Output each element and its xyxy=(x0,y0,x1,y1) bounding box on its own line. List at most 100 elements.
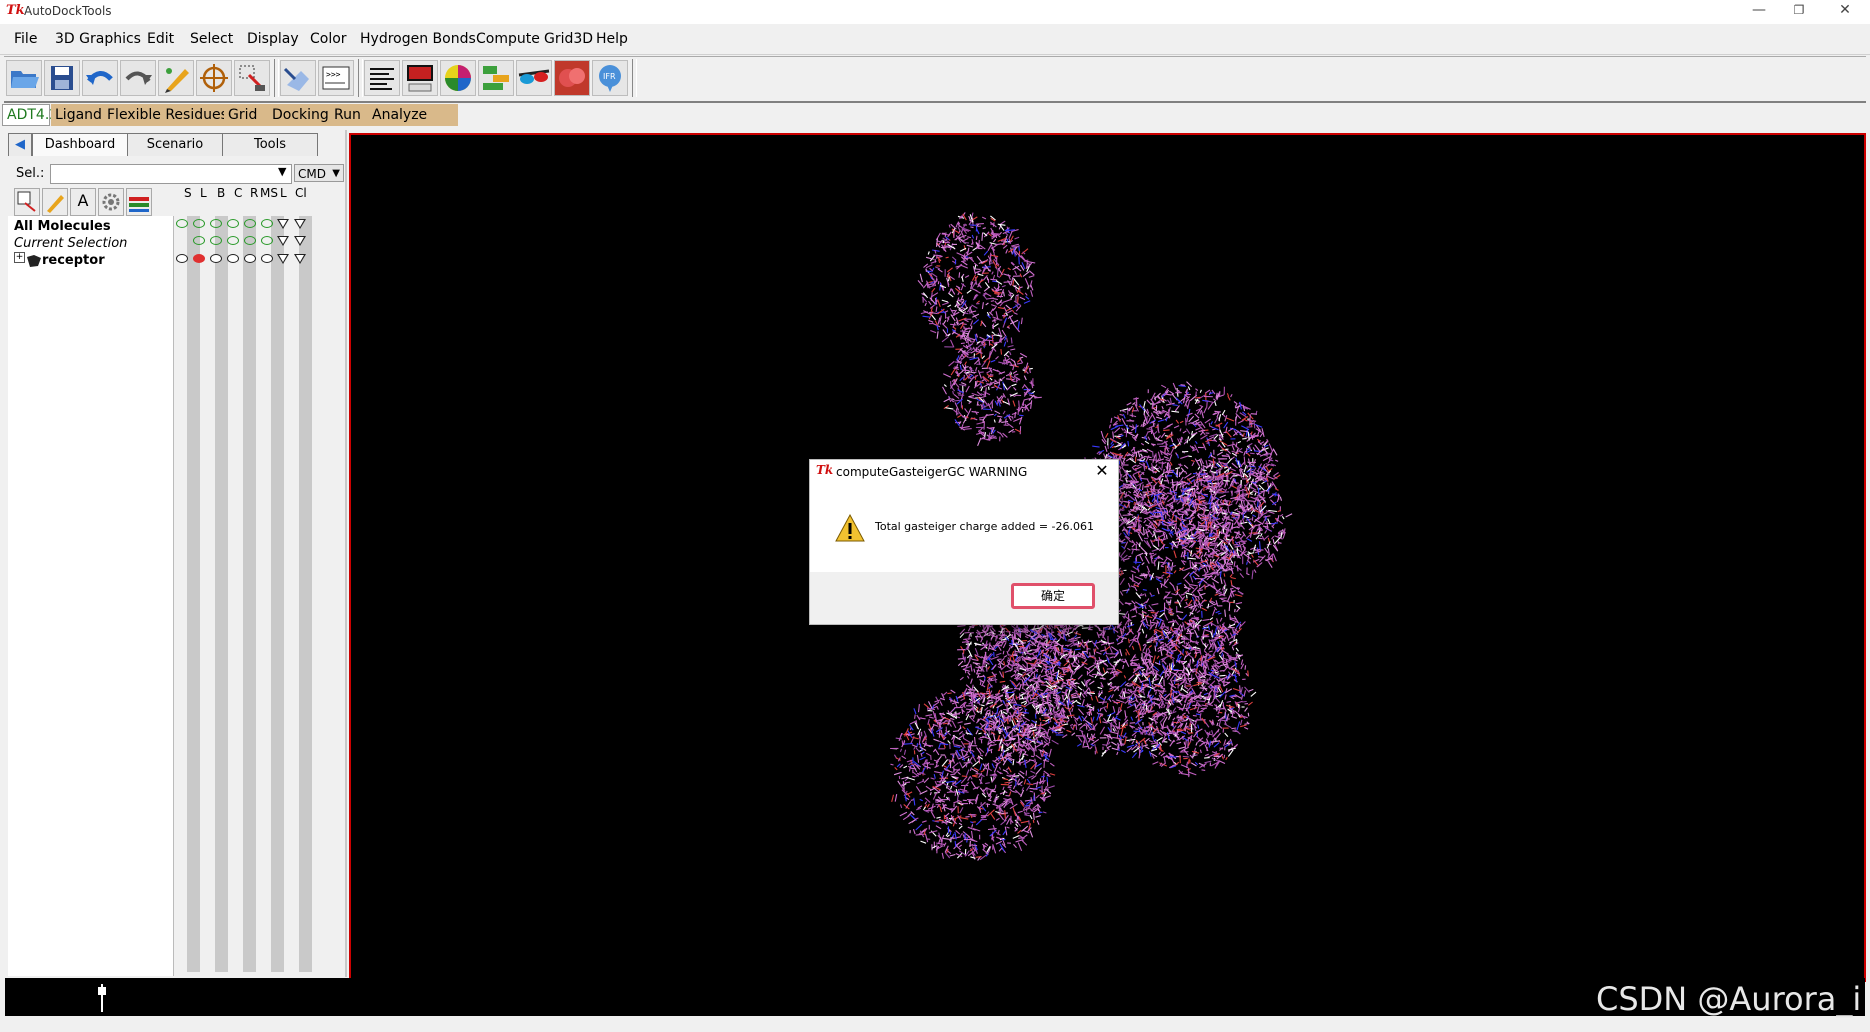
undo-icon[interactable] xyxy=(82,60,118,96)
tk-logo-icon: Tk xyxy=(6,3,25,18)
col-header-ball-stick[interactable]: B xyxy=(217,186,225,200)
col-header-show[interactable]: S xyxy=(184,186,192,200)
adt-menu-docking[interactable]: Docking xyxy=(268,104,338,126)
cpk-toggle[interactable] xyxy=(227,219,239,228)
menu-select[interactable]: Select xyxy=(190,31,233,47)
toolbar-separator xyxy=(632,59,637,97)
adt-menu-flexible-residues[interactable]: Flexible Residues xyxy=(103,104,232,126)
label-text-icon[interactable]: A xyxy=(70,188,96,216)
column-stripe xyxy=(215,216,228,972)
text-lines-icon[interactable] xyxy=(364,60,400,96)
menu-grid3d[interactable]: Grid3D xyxy=(544,31,593,47)
lines-toggle[interactable] xyxy=(193,219,205,228)
collapse-panel-icon[interactable]: ◀ xyxy=(8,133,32,156)
edit-pencil-icon[interactable] xyxy=(42,188,68,216)
molecule-icon xyxy=(27,255,41,267)
panel-tabs: ◀ Dashboard Scenario Tools xyxy=(6,133,345,157)
command-mode-value: CMD xyxy=(298,167,326,181)
dialog-message: Total gasteiger charge added = -26.061 xyxy=(875,520,1095,533)
tab-dashboard[interactable]: Dashboard xyxy=(32,133,128,156)
ball-stick-toggle[interactable] xyxy=(210,254,222,263)
svg-text:IFR: IFR xyxy=(603,72,616,81)
mode-dropdown-arrow-icon: ▼ xyxy=(332,168,340,179)
tree-current-selection[interactable]: Current Selection xyxy=(14,236,127,251)
color-sphere-icon[interactable] xyxy=(440,60,476,96)
menu-help[interactable]: Help xyxy=(596,31,628,47)
command-mode-select[interactable]: CMD ▼ xyxy=(294,164,344,182)
show-toggle[interactable] xyxy=(176,254,188,263)
col-header-msms[interactable]: MS xyxy=(260,186,278,200)
ribbon-toggle[interactable] xyxy=(244,219,256,228)
menu-compute[interactable]: Compute xyxy=(476,31,540,47)
msms-toggle[interactable] xyxy=(261,254,273,263)
selection-input[interactable] xyxy=(50,164,292,184)
color-menu-icon[interactable] xyxy=(294,219,306,229)
tree-all-molecules[interactable]: All Molecules xyxy=(14,219,111,234)
warning-icon xyxy=(835,514,865,542)
clear-selection-icon[interactable] xyxy=(14,188,40,216)
scroll-slider-handle[interactable] xyxy=(98,987,106,995)
pencil-edit-icon[interactable] xyxy=(158,60,194,96)
column-stripe xyxy=(187,216,200,972)
menu-file[interactable]: File xyxy=(14,31,37,47)
bottom-scroll-bar xyxy=(5,978,1865,1016)
col-header-color[interactable]: Cl xyxy=(295,186,307,200)
lines-toggle[interactable] xyxy=(193,236,205,245)
labels-menu-icon[interactable] xyxy=(277,254,289,264)
pmv-ifr-icon[interactable]: IFR xyxy=(592,60,628,96)
col-header-cpk[interactable]: C xyxy=(234,186,242,200)
close-window-button[interactable]: ✕ xyxy=(1822,0,1868,22)
menu-edit[interactable]: Edit xyxy=(147,31,174,47)
save-icon[interactable] xyxy=(44,60,80,96)
ok-button[interactable]: 确定 xyxy=(1011,583,1095,609)
adt-menu-analyze[interactable]: Analyze xyxy=(368,104,458,126)
tree-receptor[interactable]: receptor xyxy=(42,253,105,268)
col-header-lines[interactable]: L xyxy=(200,186,207,200)
tab-tools[interactable]: Tools xyxy=(222,133,318,156)
tab-scenario[interactable]: Scenario xyxy=(127,133,223,156)
select-pick-icon[interactable] xyxy=(234,60,270,96)
center-target-icon[interactable] xyxy=(196,60,232,96)
settings-gear-icon[interactable] xyxy=(98,188,124,216)
labels-menu-icon[interactable] xyxy=(277,219,289,229)
selection-dropdown-arrow-icon[interactable]: ▼ xyxy=(278,165,286,178)
ribbon-toggle[interactable] xyxy=(244,254,256,263)
restore-button[interactable]: ❐ xyxy=(1776,0,1822,22)
cpk-toggle[interactable] xyxy=(227,236,239,245)
color-menu-icon[interactable] xyxy=(294,236,306,246)
column-stripe xyxy=(271,216,284,972)
msms-toggle[interactable] xyxy=(261,236,273,245)
tk-logo-icon: Tk xyxy=(816,463,834,477)
col-header-ribbon[interactable]: R xyxy=(250,186,258,200)
color-ribbon-icon[interactable] xyxy=(126,188,152,216)
graphics-monitor-icon[interactable] xyxy=(402,60,438,96)
col-header-labels[interactable]: L xyxy=(280,186,287,200)
menu-hydrogen-bonds[interactable]: Hydrogen Bonds xyxy=(360,31,476,47)
menu-3d-graphics[interactable]: 3D Graphics xyxy=(55,31,141,47)
column-stripe xyxy=(299,216,312,972)
expand-receptor-icon[interactable]: + xyxy=(14,252,25,263)
msms-toggle[interactable] xyxy=(261,219,273,228)
molecule-list-icon[interactable] xyxy=(478,60,514,96)
redo-icon[interactable] xyxy=(120,60,156,96)
lines-toggle-active[interactable] xyxy=(193,254,205,263)
toolbar: >>> IFR xyxy=(4,56,1866,103)
labels-menu-icon[interactable] xyxy=(277,236,289,246)
show-toggle[interactable] xyxy=(176,219,188,228)
hand-pointer-icon[interactable] xyxy=(280,60,316,96)
cpk-toggle[interactable] xyxy=(227,254,239,263)
ball-stick-toggle[interactable] xyxy=(210,236,222,245)
ribbon-toggle[interactable] xyxy=(244,236,256,245)
menu-display[interactable]: Display xyxy=(247,31,299,47)
adt-menu-ligand[interactable]: Ligand xyxy=(51,104,111,126)
menu-color[interactable]: Color xyxy=(310,31,347,47)
cpk-render-icon[interactable] xyxy=(554,60,590,96)
ball-stick-toggle[interactable] xyxy=(210,219,222,228)
dialog-close-button[interactable]: ✕ xyxy=(1092,461,1112,480)
open-folder-icon[interactable] xyxy=(6,60,42,96)
python-shell-icon[interactable]: >>> xyxy=(318,60,354,96)
adt-version-tab[interactable]: ADT4.2 xyxy=(2,104,58,126)
selection-label: Sel.: xyxy=(16,166,45,181)
stereo-glasses-icon[interactable] xyxy=(516,60,552,96)
color-menu-icon[interactable] xyxy=(294,254,306,264)
